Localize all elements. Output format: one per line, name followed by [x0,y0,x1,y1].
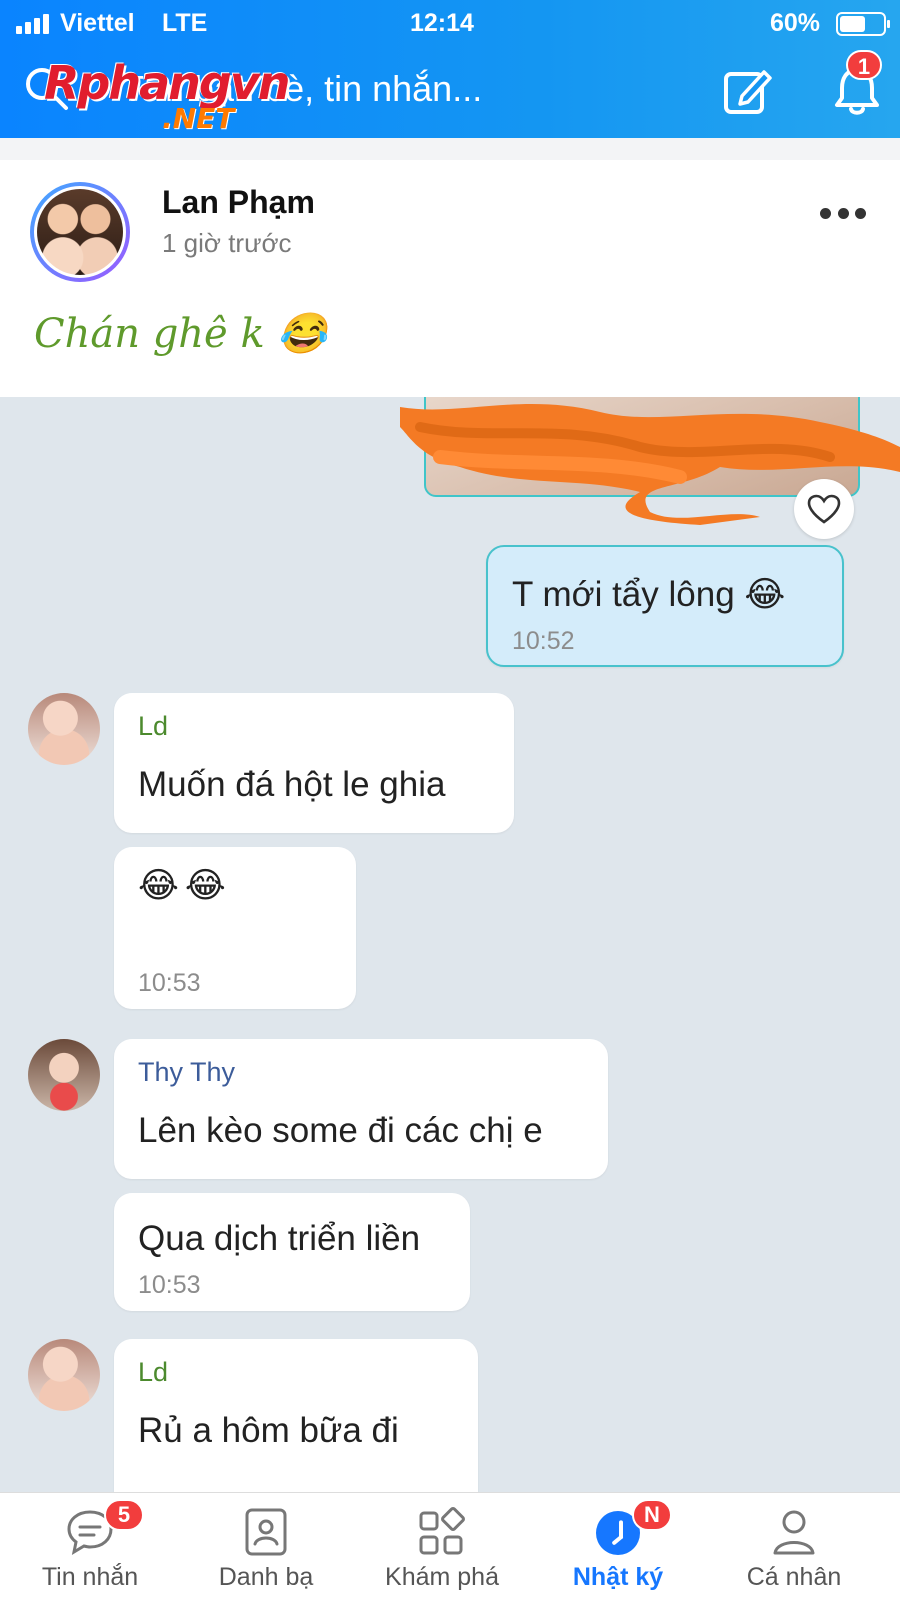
sender-name: Thy Thy [138,1057,236,1087]
emoji-message: 😂😂 [138,866,232,906]
outgoing-message[interactable]: T mới tẩy lông 😂 10:52 [486,545,844,667]
sender-avatar-thy-thy[interactable] [28,1039,100,1111]
author-avatar[interactable] [30,182,130,282]
status-bar: Viettel LTE 12:14 60% [0,8,900,38]
person-icon [773,1510,815,1555]
notification-badge: 1 [846,50,882,80]
message-text: Rủ a hôm bữa đi [138,1411,399,1450]
nav-tab-contacts[interactable]: Danh bạ [176,1493,356,1600]
message-time: 10:53 [138,1271,201,1299]
post-time: 1 giờ trước [162,228,292,258]
chat-screenshot[interactable]: T mới tẩy lông 😂 10:52 Ld Muốn đá hột le… [0,397,900,1492]
message-text: Muốn đá hột le ghia [138,765,446,804]
incoming-message[interactable]: Thy Thy Lên kèo some đi các chị e [114,1039,608,1179]
battery-percent: 60% [770,9,821,37]
discover-grid-icon [419,1507,465,1555]
nav-label: Nhật ký [572,1563,664,1591]
contacts-icon [245,1508,287,1556]
unread-messages-badge: 5 [104,1499,144,1531]
compose-post-icon[interactable] [722,66,772,116]
like-heart-icon[interactable] [794,479,854,539]
network-type: LTE [162,9,208,37]
signal-strength-icon [16,14,49,34]
diary-post: Lan Phạm 1 giờ trước Chán ghê k 😂 [0,160,900,397]
carrier-name: Viettel [60,9,135,37]
diary-new-badge: N [632,1499,672,1531]
more-options-icon[interactable] [820,208,866,222]
message-time: 10:52 [512,627,575,655]
sender-name: Ld [138,711,169,741]
avatar-photo [37,189,123,275]
nav-tab-discover[interactable]: Khám phá [352,1493,532,1600]
nav-tab-profile[interactable]: Cá nhân [704,1493,884,1600]
post-author-name[interactable]: Lan Phạm [162,184,315,221]
bottom-navigation: 5 Tin nhắn Danh bạ Khám phá N Nhật ký Cá… [0,1492,900,1600]
watermark-logo: Rphangvn .NET [44,56,314,136]
message-text: Qua dịch triển liền [138,1219,421,1258]
incoming-message[interactable]: Qua dịch triển liền 10:53 [114,1193,470,1311]
battery-icon [836,12,890,36]
sender-avatar-ld[interactable] [28,1339,100,1411]
message-text: Lên kèo some đi các chị e [138,1111,543,1150]
nav-label: Cá nhân [746,1563,842,1591]
sender-name: Ld [138,1357,169,1387]
message-time: 10:53 [138,969,201,997]
nav-label: Tin nhắn [41,1563,139,1591]
nav-label: Danh bạ [218,1563,314,1591]
nav-tab-messages[interactable]: 5 Tin nhắn [0,1493,180,1600]
status-time: 12:14 [410,9,474,37]
nav-tab-diary[interactable]: N Nhật ký [528,1493,708,1600]
nav-label: Khám phá [385,1563,499,1591]
message-text: T mới tẩy lông 😂 [512,575,786,614]
incoming-message[interactable]: 😂😂 10:53 [114,847,356,1009]
sender-avatar-ld[interactable] [28,693,100,765]
top-header: Viettel LTE 12:14 60% Tìm bạn bè, tin nh… [0,0,900,138]
watermark-sub-text: .NET [162,102,235,135]
incoming-message[interactable]: Ld Muốn đá hột le ghia [114,693,514,833]
incoming-message[interactable]: Ld Rủ a hôm bữa đi [114,1339,478,1492]
post-caption: Chán ghê k 😂 [34,311,328,357]
